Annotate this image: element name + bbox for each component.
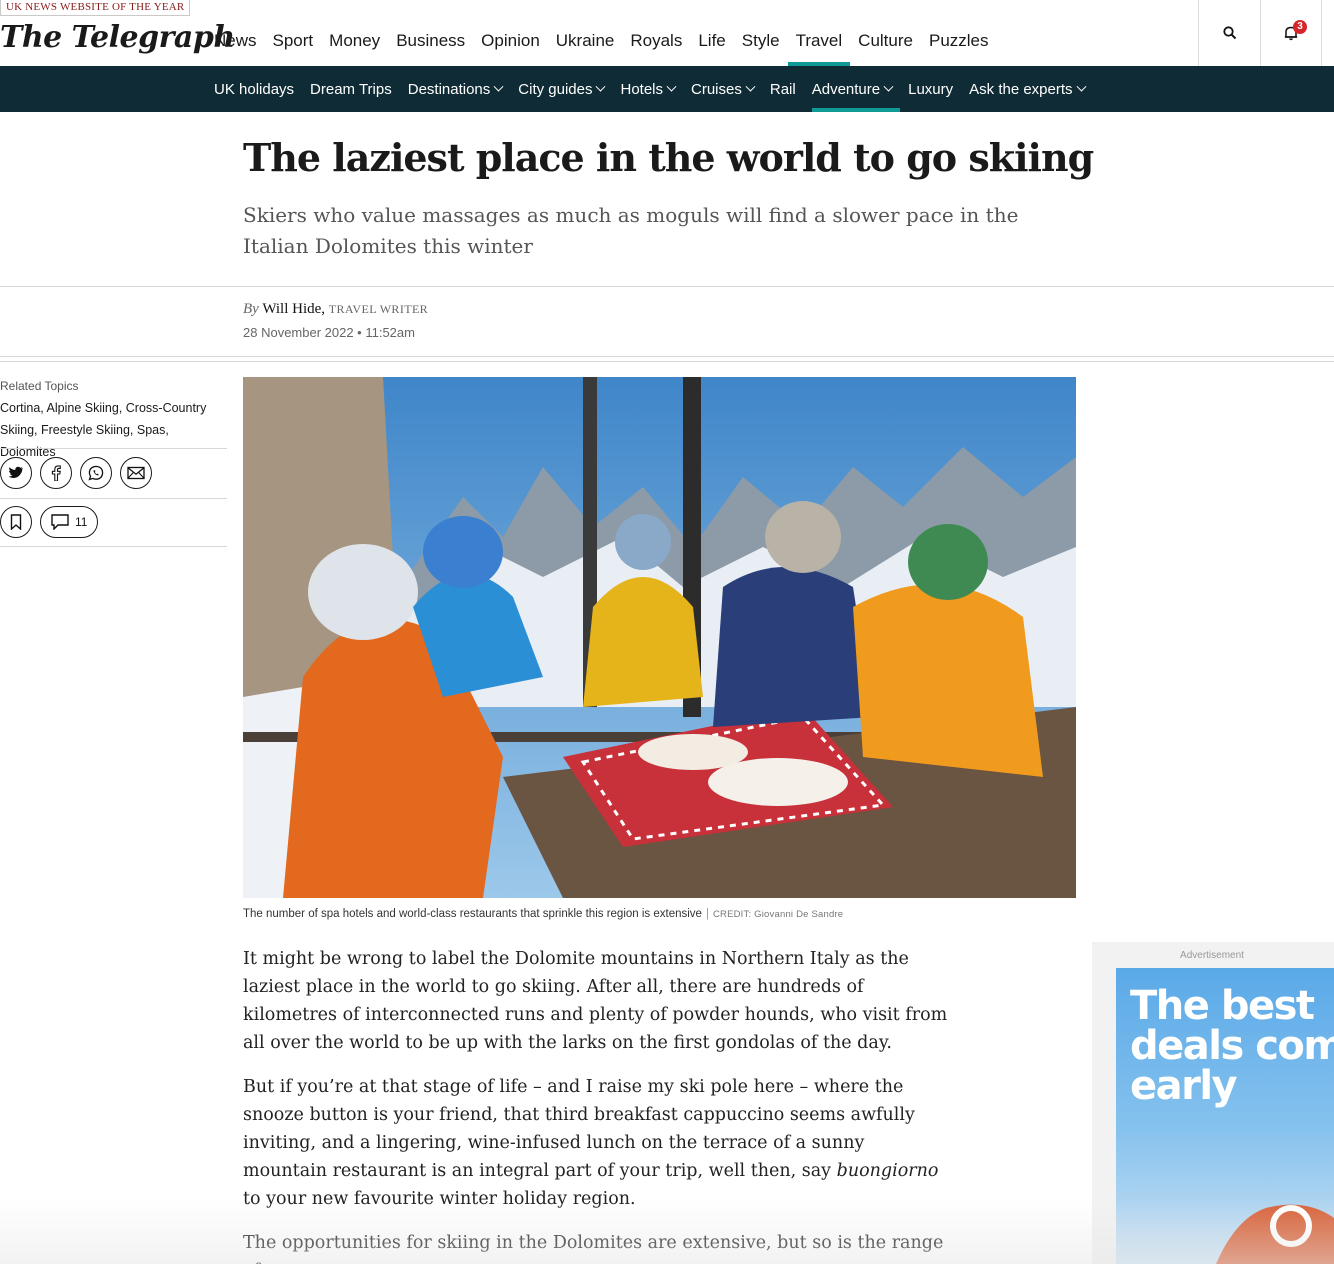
nav-style[interactable]: Style: [734, 28, 788, 66]
save-article-button[interactable]: [0, 506, 32, 538]
whatsapp-icon: [88, 465, 104, 481]
notifications-button[interactable]: 3: [1260, 0, 1322, 66]
section-nav-ask-the-experts[interactable]: Ask the experts: [961, 66, 1092, 112]
nav-travel[interactable]: Travel: [787, 28, 851, 66]
comment-count: 11: [75, 515, 88, 529]
related-topics-label: Related Topics: [0, 379, 79, 393]
chevron-down-icon: [666, 81, 677, 92]
chevron-down-icon: [493, 81, 504, 92]
author-role: TRAVEL WRITER: [328, 302, 429, 316]
comments-button[interactable]: 11: [40, 506, 99, 538]
related-topics-list[interactable]: Cortina, Alpine Skiing, Cross-Country Sk…: [0, 397, 225, 463]
award-banner: UK NEWS WEBSITE OF THE YEAR: [0, 0, 191, 16]
ad-illustration: [1216, 1204, 1334, 1264]
byline-by: By: [243, 301, 259, 317]
telegraph-logo[interactable]: The Telegraph: [0, 18, 235, 58]
nav-life[interactable]: Life: [690, 28, 733, 66]
main-nav: News Sport Money Business Opinion Ukrain…: [214, 28, 997, 66]
advertisement-slot: Advertisement The best deals come early: [1092, 942, 1334, 1264]
section-nav-adventure[interactable]: Adventure: [811, 66, 901, 112]
site-header: UK NEWS WEBSITE OF THE YEAR The Telegrap…: [0, 0, 1334, 66]
nav-business[interactable]: Business: [388, 28, 473, 66]
nav-money[interactable]: Money: [321, 28, 388, 66]
share-buttons: [0, 457, 152, 489]
divider: [0, 448, 227, 449]
share-email-button[interactable]: [120, 457, 152, 489]
section-nav-uk-holidays[interactable]: UK holidays: [214, 66, 302, 112]
share-whatsapp-button[interactable]: [80, 457, 112, 489]
chevron-down-icon: [596, 81, 606, 92]
nav-culture[interactable]: Culture: [850, 28, 921, 66]
image-caption: The number of spa hotels and world-class…: [243, 908, 843, 920]
section-nav-cruises[interactable]: Cruises: [683, 66, 762, 112]
advertisement-label: Advertisement: [1180, 950, 1244, 961]
article-body: It might be wrong to label the Dolomite …: [243, 945, 948, 1264]
publish-date: 28 November 2022 • 11:52am: [243, 325, 415, 340]
divider: [0, 356, 1334, 357]
travel-section-nav: UK holidays Dream Trips Destinations Cit…: [0, 66, 1334, 112]
divider: [0, 361, 1334, 362]
facebook-icon: [51, 465, 61, 481]
nav-ukraine[interactable]: Ukraine: [548, 28, 623, 66]
advertisement-banner[interactable]: The best deals come early: [1116, 968, 1334, 1264]
notification-badge: 3: [1293, 20, 1307, 34]
nav-sport[interactable]: Sport: [265, 28, 322, 66]
italic-phrase: buongiorno: [836, 1161, 939, 1181]
article-standfirst: Skiers who value massages as much as mog…: [243, 203, 1019, 258]
skiers-lunch-photo: [243, 377, 1076, 898]
comment-icon: [51, 514, 69, 530]
search-button[interactable]: [1198, 0, 1260, 66]
section-nav-luxury[interactable]: Luxury: [900, 66, 961, 112]
article-paragraph: It might be wrong to label the Dolomite …: [243, 949, 948, 1053]
section-nav-rail[interactable]: Rail: [762, 66, 804, 112]
article-paragraph: But if you’re at that stage of life – an…: [243, 1077, 939, 1209]
caption-separator: |: [705, 908, 709, 920]
chevron-down-icon: [883, 81, 894, 92]
chevron-down-icon: [1076, 81, 1086, 92]
section-nav-dream-trips[interactable]: Dream Trips: [302, 66, 400, 112]
section-nav-city-guides[interactable]: City guides: [510, 66, 612, 112]
nav-opinion[interactable]: Opinion: [473, 28, 548, 66]
image-credit: CREDIT: Giovanni De Sandre: [712, 909, 844, 920]
divider: [0, 286, 1334, 287]
twitter-icon: [8, 466, 23, 479]
hero-image: [243, 377, 1076, 898]
search-icon: [1222, 26, 1236, 40]
section-nav-destinations[interactable]: Destinations: [400, 66, 511, 112]
bookmark-icon: [10, 514, 22, 530]
divider: [0, 546, 227, 547]
byline: By Will Hide, TRAVEL WRITER: [243, 301, 428, 318]
nav-news[interactable]: News: [214, 28, 265, 66]
share-twitter-button[interactable]: [0, 457, 32, 489]
share-facebook-button[interactable]: [40, 457, 72, 489]
nav-royals[interactable]: Royals: [622, 28, 690, 66]
caption-text: The number of spa hotels and world-class…: [243, 908, 702, 920]
section-nav-hotels[interactable]: Hotels: [612, 66, 683, 112]
divider: [0, 498, 227, 499]
chevron-down-icon: [745, 81, 756, 92]
article-actions: 11: [0, 506, 99, 538]
nav-puzzles[interactable]: Puzzles: [921, 28, 997, 66]
author-link[interactable]: Will Hide,: [262, 301, 325, 317]
article-paragraph: The opportunities for skiing in the Dolo…: [243, 1233, 944, 1264]
email-icon: [127, 466, 145, 480]
article-headline: The laziest place in the world to go ski…: [243, 135, 1094, 180]
